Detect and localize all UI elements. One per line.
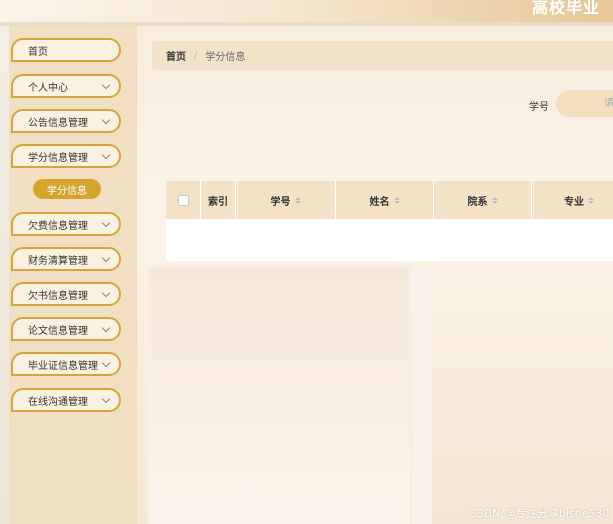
sidebar-item-home[interactable]: 首页 [11,38,121,62]
site-title: 高校毕业 [532,0,601,17]
table-header: 索引 学号 姓名 院系 专业 [166,181,613,219]
student-id-search-input[interactable] [556,90,613,117]
sidebar-item-label: 首页 [28,46,48,58]
chevron-down-icon [101,253,111,263]
search-label: 学号 [529,102,549,113]
sidebar-subitem-credit-info[interactable]: 学分信息 [33,179,101,199]
breadcrumb-current: 学分信息 [205,52,246,63]
sidebar-item-label: 欠书信息管理 [28,290,88,302]
select-all-checkbox[interactable] [177,194,189,206]
column-header-label: 专业 [564,196,584,208]
column-header-index: 索引 [201,181,236,219]
column-header-label: 学号 [270,196,291,208]
sidebar-item-credit-management[interactable]: 学分信息管理 [11,144,121,168]
column-header-label: 院系 [467,196,488,208]
sort-icon[interactable] [294,196,301,204]
data-table: 索引 学号 姓名 院系 专业 [166,181,613,261]
top-banner: 高校毕业 [0,0,613,27]
column-header-student-id[interactable]: 学号 [236,181,336,219]
column-header-major[interactable]: 专业 [532,181,613,219]
sidebar-item-label: 在线沟通管理 [28,396,88,408]
sidebar-item-online-chat[interactable]: 在线沟通管理 [11,388,121,412]
sidebar-item-label: 财务清算管理 [28,255,88,267]
left-background-strip [0,26,9,524]
sidebar-item-label: 毕业证信息管理 [28,360,98,372]
sidebar-item-announcement[interactable]: 公告信息管理 [11,109,121,133]
column-header-label: 姓名 [369,196,390,208]
column-header-label: 索引 [208,196,228,208]
breadcrumb-home[interactable]: 首页 [166,48,186,63]
chevron-down-icon [101,358,111,368]
sidebar: 首页 个人中心 公告信息管理 学分信息管理 学分信息 欠费信息管理 财务清算管理… [9,26,137,524]
select-all-cell [166,181,201,219]
sort-icon[interactable] [393,196,400,204]
chevron-down-icon [101,218,111,228]
sidebar-item-label: 学分信息管理 [28,152,88,164]
chevron-down-icon [101,115,111,125]
sidebar-item-label: 论文信息管理 [28,325,88,337]
sidebar-item-borrowed-books[interactable]: 欠书信息管理 [11,282,121,306]
sidebar-item-diploma[interactable]: 毕业证信息管理 [11,352,121,376]
chevron-down-icon [101,323,111,333]
sidebar-item-personal-center[interactable]: 个人中心 [11,74,121,98]
sidebar-item-label: 公告信息管理 [28,117,88,129]
background-decoration [412,266,432,524]
sidebar-item-finance[interactable]: 财务清算管理 [11,247,121,271]
chevron-down-icon [101,288,111,298]
sort-icon[interactable] [588,196,594,204]
column-header-department[interactable]: 院系 [434,181,532,219]
column-header-name[interactable]: 姓名 [336,181,434,219]
main-content: 首页 / 学分信息 学号 索引 学号 姓名 院系 [137,26,613,524]
chevron-down-icon [101,150,111,160]
sidebar-item-label: 个人中心 [28,82,68,94]
chevron-down-icon [101,394,111,404]
breadcrumb-separator: / [194,50,198,61]
sort-icon[interactable] [491,196,498,204]
watermark: CSDN @专注分享bishe530 [469,507,610,520]
sidebar-item-arrears[interactable]: 欠费信息管理 [11,212,121,236]
sidebar-item-label: 欠费信息管理 [28,220,88,232]
sidebar-item-thesis[interactable]: 论文信息管理 [11,317,121,341]
background-decoration [147,266,411,524]
breadcrumb: 首页 / 学分信息 [152,41,613,70]
chevron-down-icon [101,80,111,90]
